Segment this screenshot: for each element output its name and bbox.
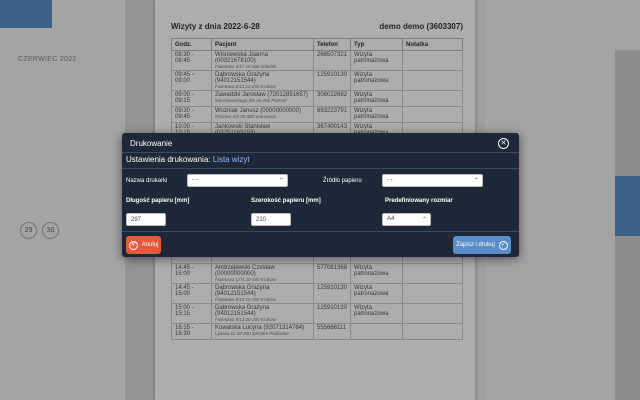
preset-size-select[interactable]: A4 ⌃ [382, 213, 431, 226]
paper-length-input[interactable]: 297 [126, 213, 166, 226]
dialog-title: Drukowanie [130, 139, 173, 148]
paper-length-label: Długość papieru [mm] [126, 198, 190, 204]
paper-width-label: Szerokość papieru [mm] [251, 198, 321, 204]
printer-label: Nazwa drukarki [126, 178, 168, 184]
cancel-button[interactable]: ✕ Anuluj [126, 236, 161, 254]
divider [122, 152, 519, 153]
chevron-down-icon: ⌃ [278, 178, 284, 184]
dialog-subtitle: Ustawienia drukowania: Lista wizyt [126, 155, 250, 164]
close-icon[interactable]: ✕ [498, 138, 509, 149]
paper-width-input[interactable]: 210 [251, 213, 291, 226]
paper-source-label: Źródło papieru [323, 178, 362, 184]
chevron-down-icon: ⌃ [421, 217, 427, 223]
subtitle-prefix: Ustawienia drukowania: [126, 155, 211, 164]
paper-source-select[interactable]: - - ⌃ [382, 174, 483, 187]
printer-select[interactable]: - - ⌃ [187, 174, 288, 187]
cancel-icon: ✕ [128, 240, 138, 250]
subtitle-link[interactable]: Lista wizyt [213, 155, 250, 164]
divider [122, 231, 519, 232]
save-print-button[interactable]: Zapisz i drukuj ✓ [453, 236, 511, 254]
divider [122, 168, 519, 169]
check-icon: ✓ [498, 240, 508, 250]
chevron-down-icon: ⌃ [473, 178, 479, 184]
print-dialog: Drukowanie ✕ Ustawienia drukowania: List… [122, 133, 519, 257]
preset-size-label: Predefiniowany rozmiar [385, 198, 453, 204]
